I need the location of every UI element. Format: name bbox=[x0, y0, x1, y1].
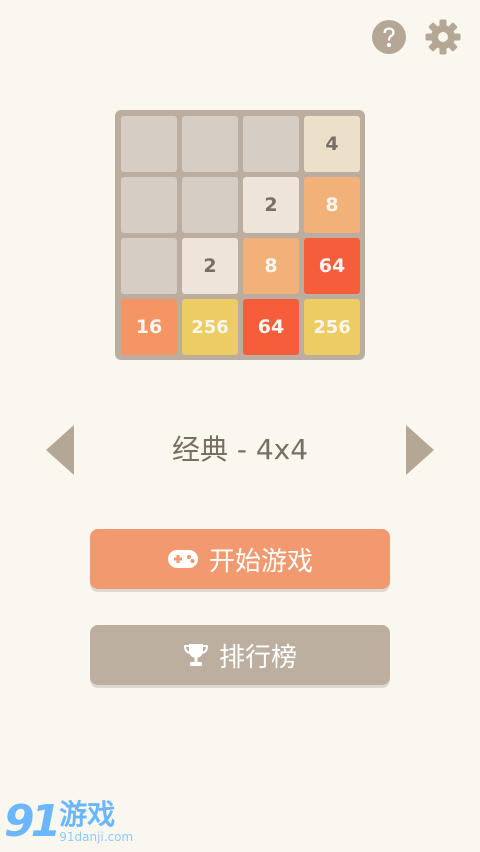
gear-icon bbox=[425, 19, 461, 55]
tile: 4 bbox=[304, 116, 360, 172]
watermark-url: 91danji.com bbox=[59, 830, 134, 844]
empty-cell bbox=[121, 238, 177, 294]
tile: 8 bbox=[243, 238, 299, 294]
board-grid: 4 2 8 2 8 64 16 256 64 256 bbox=[121, 116, 360, 355]
chevron-right-icon bbox=[406, 425, 434, 475]
empty-cell bbox=[182, 116, 238, 172]
leaderboard-button[interactable]: 排行榜 bbox=[90, 625, 390, 685]
help-icon bbox=[372, 20, 406, 54]
watermark-logo: 91 游戏 91danji.com bbox=[4, 796, 134, 847]
help-button[interactable] bbox=[370, 18, 408, 56]
tile: 256 bbox=[182, 299, 238, 355]
watermark-number: 91 bbox=[4, 796, 61, 847]
tile: 256 bbox=[304, 299, 360, 355]
watermark-text: 游戏 91danji.com bbox=[59, 798, 134, 845]
empty-cell bbox=[182, 177, 238, 233]
empty-cell bbox=[121, 116, 177, 172]
trophy-icon bbox=[183, 644, 208, 666]
mode-selector: 经典 - 4x4 bbox=[0, 420, 480, 480]
start-game-button[interactable]: 开始游戏 bbox=[90, 529, 390, 589]
top-toolbar bbox=[370, 18, 462, 56]
start-game-label: 开始游戏 bbox=[208, 546, 313, 577]
next-mode-button[interactable] bbox=[398, 423, 438, 477]
empty-cell bbox=[243, 116, 299, 172]
tile: 2 bbox=[243, 177, 299, 233]
tile: 2 bbox=[182, 238, 238, 294]
settings-button[interactable] bbox=[424, 18, 462, 56]
game-board: 4 2 8 2 8 64 16 256 64 256 bbox=[115, 110, 365, 360]
tile: 64 bbox=[304, 238, 360, 294]
leaderboard-label: 排行榜 bbox=[218, 642, 297, 673]
tile: 64 bbox=[243, 299, 299, 355]
tile: 8 bbox=[304, 177, 360, 233]
empty-cell bbox=[121, 177, 177, 233]
watermark-name: 游戏 bbox=[59, 798, 116, 831]
tile: 16 bbox=[121, 299, 177, 355]
gamepad-icon bbox=[167, 550, 198, 568]
